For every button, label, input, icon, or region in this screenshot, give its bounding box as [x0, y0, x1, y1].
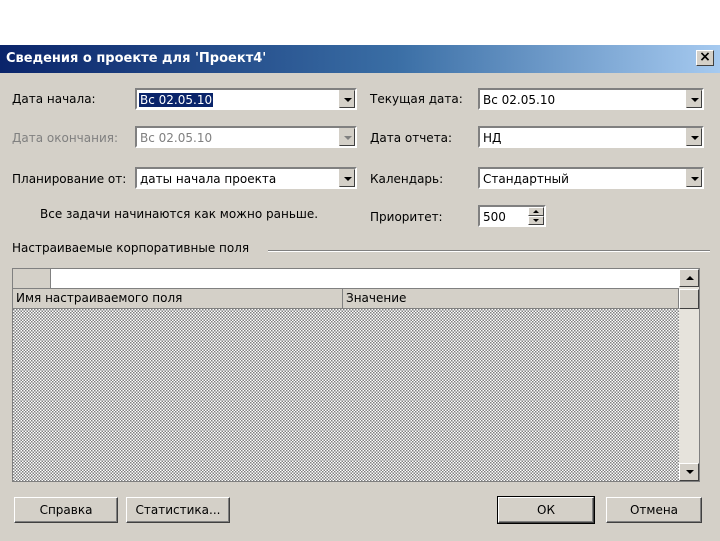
statistics-button[interactable]: Статистика...: [126, 497, 230, 523]
custom-fields-grid[interactable]: Имя настраиваемого поля Значение: [12, 268, 700, 482]
project-info-dialog: Сведения о проекте для 'Проект4' × Дата …: [0, 44, 720, 541]
priority-value: 500: [483, 210, 506, 224]
calendar-value: Стандартный: [483, 172, 569, 186]
custom-fields-group-label: Настраиваемые корпоративные поля: [12, 241, 250, 255]
spin-down-icon[interactable]: [528, 216, 544, 225]
current-date-combo[interactable]: Вс 02.05.10: [478, 88, 704, 110]
column-header-field-name[interactable]: Имя настраиваемого поля: [13, 289, 343, 309]
grid-body[interactable]: [13, 309, 679, 481]
title-bar[interactable]: Сведения о проекте для 'Проект4' ×: [0, 45, 720, 73]
finish-date-value: Вс 02.05.10: [140, 131, 213, 145]
status-date-combo[interactable]: НД: [478, 126, 704, 148]
chevron-down-icon[interactable]: [686, 90, 702, 108]
calendar-combo[interactable]: Стандартный: [478, 167, 704, 189]
help-button[interactable]: Справка: [14, 497, 118, 523]
priority-label: Приоритет:: [370, 210, 443, 224]
chevron-down-icon[interactable]: [686, 128, 702, 146]
start-date-combo[interactable]: Вс 02.05.10: [135, 88, 357, 110]
status-date-label: Дата отчета:: [370, 131, 453, 145]
vertical-scrollbar[interactable]: [679, 269, 699, 481]
finish-date-combo: Вс 02.05.10: [135, 126, 357, 148]
chevron-down-icon: [339, 128, 355, 146]
chevron-down-icon[interactable]: [686, 169, 702, 187]
start-date-value: Вс 02.05.10: [139, 93, 214, 107]
status-date-value: НД: [483, 131, 502, 145]
dialog-title: Сведения о проекте для 'Проект4': [6, 51, 267, 66]
scroll-up-icon[interactable]: [679, 269, 699, 287]
scroll-down-icon[interactable]: [679, 463, 699, 481]
priority-spinner[interactable]: 500: [478, 205, 546, 227]
grid-corner: [13, 269, 51, 289]
grid-edit-bar[interactable]: [51, 269, 679, 289]
close-icon[interactable]: ×: [696, 50, 714, 66]
ok-button[interactable]: ОК: [497, 496, 595, 524]
scroll-thumb[interactable]: [679, 289, 699, 309]
chevron-down-icon[interactable]: [339, 90, 355, 108]
group-divider: [268, 250, 710, 252]
cancel-button[interactable]: Отмена: [606, 497, 702, 523]
current-date-value: Вс 02.05.10: [483, 93, 556, 107]
calendar-label: Календарь:: [370, 172, 444, 186]
start-date-label: Дата начала:: [12, 92, 96, 106]
current-date-label: Текущая дата:: [370, 92, 463, 106]
spin-up-icon[interactable]: [528, 207, 544, 216]
finish-date-label: Дата окончания:: [12, 131, 119, 145]
column-header-value[interactable]: Значение: [343, 289, 679, 309]
chevron-down-icon[interactable]: [339, 169, 355, 187]
schedule-from-label: Планирование от:: [12, 172, 127, 186]
schedule-from-value: даты начала проекта: [140, 172, 277, 186]
schedule-from-combo[interactable]: даты начала проекта: [135, 167, 357, 189]
schedule-note: Все задачи начинаются как можно раньше.: [40, 207, 319, 221]
